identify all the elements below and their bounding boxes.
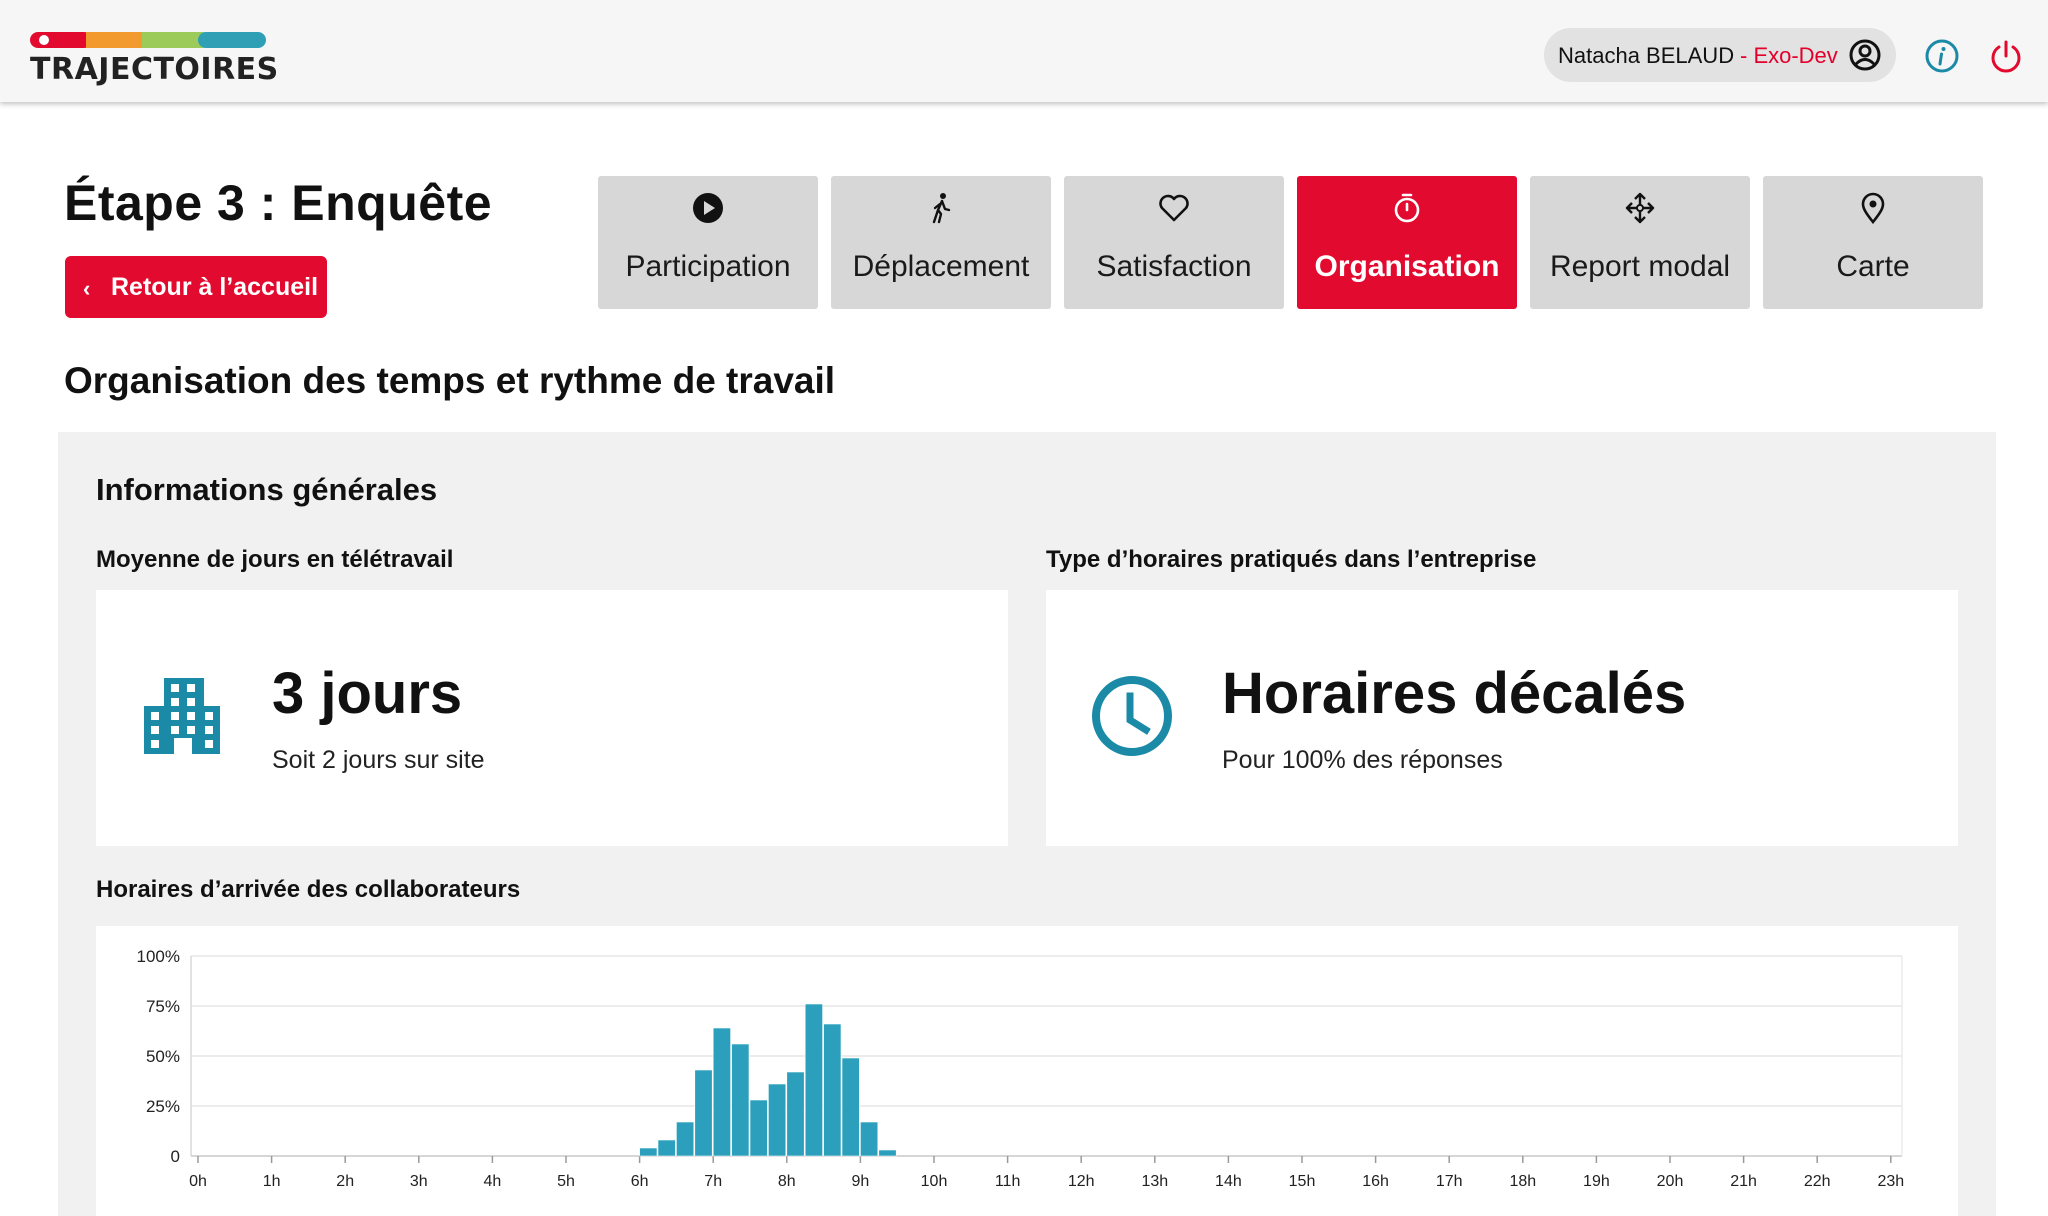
x-tick-label: 22h [1804,1173,1831,1190]
tab-label: Participation [625,250,791,283]
tab-report-modal[interactable]: Report modal [1530,176,1750,309]
tab-carte[interactable]: Carte [1763,176,1983,309]
x-tick-label: 21h [1730,1173,1757,1190]
telework-label: Moyenne de jours en télétravail [96,546,454,573]
histogram-bar [639,1147,658,1157]
logo-color-bars [30,32,266,48]
x-tick-label: 13h [1141,1173,1168,1190]
x-tick-label: 7h [704,1173,722,1190]
schedule-label: Type d’horaires pratiqués dans l’entrepr… [1046,546,1537,573]
schedule-sub: Pour 100% des réponses [1222,746,1503,774]
schedule-value: Horaires décalés [1222,661,1687,726]
tab-label: Report modal [1549,250,1731,283]
x-tick-label: 2h [336,1173,354,1190]
play-icon [693,193,723,223]
x-tick-label: 0h [189,1173,207,1190]
x-tick-label: 1h [263,1173,281,1190]
telework-value: 3 jours [272,661,463,726]
histogram-bar [841,1057,860,1157]
x-tick-label: 20h [1657,1173,1684,1190]
histogram-bar [676,1121,695,1157]
tab-satisfaction[interactable]: Satisfaction [1064,176,1284,309]
section-title: Organisation des temps et rythme de trav… [64,360,836,401]
chevron-left-icon: ‹ [83,276,91,301]
histogram-bar [712,1027,731,1157]
app-header: TRAJECTOIRES Natacha BELAUD - Exo-Dev [0,0,2048,102]
x-tick-label: 11h [995,1173,1021,1190]
power-icon[interactable] [1988,38,2024,74]
chart-label: Horaires d’arrivée des collaborateurs [96,876,521,903]
x-tick-label: 19h [1583,1173,1610,1190]
tab-label: Satisfaction [1096,250,1252,283]
x-tick-label: 16h [1362,1173,1389,1190]
y-tick-label: 100% [137,947,180,966]
tab-deplacement[interactable]: Déplacement [831,176,1051,309]
heart-icon [1159,194,1189,222]
histogram-bar [860,1121,879,1157]
clock-icon [1092,676,1172,756]
logo-text: TRAJECTOIRES [30,52,279,87]
user-organization: - Exo-Dev [1740,43,1838,68]
tab-organisation[interactable]: Organisation [1297,176,1517,309]
histogram-bar [786,1071,805,1157]
histogram-bar [804,1003,823,1157]
x-tick-label: 8h [778,1173,796,1190]
x-tick-label: 3h [410,1173,428,1190]
back-button-label: Retour à l’accueil [111,273,319,301]
page-title: Étape 3 : Enquête [64,175,493,231]
arrival-chart-card: 100% 75% 50% 25% 0 0h 1h 2h 3h 4h 5h 6h 7h 8h 9h 10h 11h… [96,926,1958,1216]
stopwatch-icon [1394,193,1420,223]
x-tick-label: 15h [1289,1173,1316,1190]
tab-label: Carte [1836,250,1910,283]
x-tick-label: 4h [484,1173,502,1190]
building-icon [144,678,220,754]
histogram-bar [878,1149,897,1157]
tab-label: Déplacement [852,250,1030,283]
back-to-home-button[interactable]: ‹ Retour à l’accueil [65,256,327,318]
x-tick-label: 14h [1215,1173,1242,1190]
arrows-split-icon [1625,192,1655,224]
map-pin-icon [1861,192,1885,224]
histogram-bar [823,1023,842,1157]
y-tick-label: 75% [146,997,180,1016]
panel-heading: Informations générales [96,472,438,507]
y-tick-label: 50% [146,1047,180,1066]
x-tick-label: 12h [1068,1173,1095,1190]
user-name: Natacha BELAUD [1558,43,1735,68]
histogram-bar [694,1069,713,1157]
x-tick-label: 6h [631,1173,649,1190]
logo[interactable]: TRAJECTOIRES [30,32,278,92]
x-tick-label: 17h [1436,1173,1463,1190]
x-tick-label: 9h [852,1173,870,1190]
x-tick-label: 18h [1509,1173,1536,1190]
y-tick-label: 25% [146,1097,180,1116]
schedule-card: Horaires décalés Pour 100% des réponses [1046,590,1958,846]
tab-label: Organisation [1314,250,1500,283]
info-icon[interactable] [1924,38,1960,74]
telework-card: 3 jours Soit 2 jours sur site [96,590,1008,846]
user-menu[interactable]: Natacha BELAUD - Exo-Dev [1544,28,1896,82]
user-circle-icon [1849,39,1881,71]
histogram-bar [768,1083,787,1157]
walking-icon [932,193,951,224]
telework-sub: Soit 2 jours sur site [272,746,485,774]
x-tick-label: 10h [921,1173,948,1190]
tab-participation[interactable]: Participation [598,176,818,309]
histogram-bar [657,1139,676,1157]
x-tick-label: 23h [1877,1173,1904,1190]
arrival-chart: 100% 75% 50% 25% 0 0h 1h 2h 3h 4h 5h 6h 7h 8h 9h 10h 11h… [137,947,1905,1190]
info-panel: Informations générales Moyenne de jours … [58,432,1996,1216]
y-tick-label: 0 [171,1147,180,1166]
histogram-bar [731,1043,750,1157]
x-tick-label: 5h [557,1173,575,1190]
histogram-bar [749,1099,768,1157]
